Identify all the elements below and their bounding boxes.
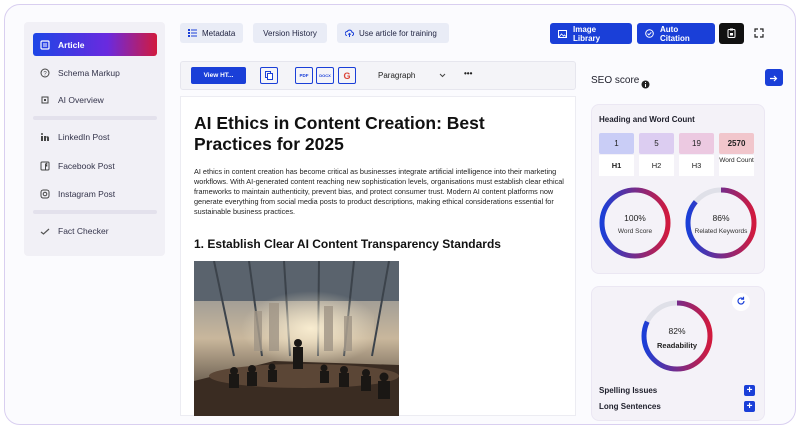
collapse-panel-button[interactable] xyxy=(765,69,783,86)
sidebar: Article ? Schema Markup AI Overview Link… xyxy=(24,22,165,256)
sidebar-item-label: Facebook Post xyxy=(58,160,115,171)
long-sentences-label: Long Sentences xyxy=(599,402,661,411)
readability-value: 82% xyxy=(668,326,686,336)
article-heading: 1. Establish Clear AI Content Transparen… xyxy=(194,237,501,251)
sidebar-item-linkedin-post[interactable]: LinkedIn Post xyxy=(33,125,157,148)
refresh-button[interactable] xyxy=(732,293,750,311)
document-icon xyxy=(39,39,50,50)
google-icon: G xyxy=(343,70,351,81)
readability-ring xyxy=(641,300,713,372)
check-circle-icon xyxy=(645,29,654,38)
paragraph-select-value: Paragraph xyxy=(378,71,416,80)
h2-count: 5 xyxy=(639,133,674,154)
google-docs-export-button[interactable]: G xyxy=(338,67,356,84)
seo-title-text: SEO score xyxy=(591,75,640,86)
paragraph-select[interactable]: Paragraph xyxy=(378,68,446,83)
ai-chip-icon xyxy=(39,94,50,105)
copy-button[interactable] xyxy=(260,67,278,84)
sidebar-item-label: AI Overview xyxy=(58,94,104,105)
article-image xyxy=(194,261,399,416)
sidebar-item-label: Instagram Post xyxy=(58,188,116,199)
sidebar-item-label: LinkedIn Post xyxy=(58,131,110,142)
question-icon: ? xyxy=(39,67,50,78)
sidebar-item-fact-checker[interactable]: Fact Checker xyxy=(33,219,157,242)
word-score-value: 100% xyxy=(624,213,646,223)
sidebar-item-article[interactable]: Article xyxy=(33,33,157,56)
sidebar-item-label: Article xyxy=(58,39,85,50)
copy-icon xyxy=(265,67,273,85)
clipboard-icon xyxy=(727,25,736,43)
sidebar-item-facebook-post[interactable]: Facebook Post xyxy=(33,154,157,177)
expand-icon xyxy=(754,25,764,43)
heading-card-title: Heading and Word Count xyxy=(599,115,695,124)
linkedin-icon xyxy=(39,131,50,142)
chevron-down-icon xyxy=(439,71,446,80)
related-keywords-value: 86% xyxy=(712,213,730,223)
view-html-button[interactable]: View HT... xyxy=(191,67,246,84)
use-article-label: Use article for training xyxy=(359,28,437,38)
word-count-label: Word Count xyxy=(719,155,754,176)
h3-count: 19 xyxy=(679,133,714,154)
version-history-label: Version History xyxy=(263,28,317,38)
pdf-label: PDF xyxy=(299,73,309,78)
related-keywords-ring xyxy=(685,187,757,259)
instagram-icon xyxy=(39,188,50,199)
pdf-export-button[interactable]: PDF xyxy=(295,67,313,84)
refresh-icon xyxy=(736,293,746,311)
docx-label: DOCX xyxy=(319,73,331,78)
sidebar-item-label: Fact Checker xyxy=(58,225,109,236)
article-intro: AI ethics in content creation has become… xyxy=(194,167,564,216)
h3-label: H3 xyxy=(679,155,714,176)
spelling-issues-label: Spelling Issues xyxy=(599,386,658,395)
image-library-label: Image Library xyxy=(573,24,601,43)
divider xyxy=(33,116,157,120)
image-icon xyxy=(558,29,567,38)
related-keywords-label: Related Keywords xyxy=(694,228,748,235)
list-icon xyxy=(188,29,197,37)
sidebar-item-schema-markup[interactable]: ? Schema Markup xyxy=(33,61,157,84)
use-article-for-training-button[interactable]: Use article for training xyxy=(337,23,449,43)
divider xyxy=(33,210,157,214)
sidebar-item-instagram-post[interactable]: Instagram Post xyxy=(33,182,157,205)
sidebar-item-ai-overview[interactable]: AI Overview xyxy=(33,88,157,111)
auto-citation-button[interactable]: Auto Citation xyxy=(637,23,715,44)
info-icon[interactable] xyxy=(641,76,650,94)
spelling-issues-expand-button[interactable]: + xyxy=(744,385,755,396)
auto-citation-label: Auto Citation xyxy=(660,24,690,43)
readability-label: Readability xyxy=(656,341,697,350)
facebook-icon xyxy=(39,160,50,171)
metadata-button[interactable]: Metadata xyxy=(180,23,244,43)
word-count-value: 2570 xyxy=(719,133,754,154)
word-score-label: Word Score xyxy=(617,228,653,235)
fullscreen-button[interactable] xyxy=(750,25,768,43)
arrow-right-icon xyxy=(770,69,778,87)
h1-count: 1 xyxy=(599,133,634,154)
more-options-button[interactable]: ••• xyxy=(464,69,472,78)
clipboard-button[interactable] xyxy=(719,23,744,44)
long-sentences-expand-button[interactable]: + xyxy=(744,401,755,412)
h2-label: H2 xyxy=(639,155,674,176)
image-library-button[interactable]: Image Library xyxy=(550,23,632,44)
seo-score-title: SEO score xyxy=(591,75,639,86)
upload-icon xyxy=(345,29,354,38)
article-title: AI Ethics in Content Creation: Best Prac… xyxy=(194,113,485,154)
sidebar-item-label: Schema Markup xyxy=(58,67,120,78)
h1-label: H1 xyxy=(599,155,634,176)
version-history-button[interactable]: Version History xyxy=(253,23,327,43)
metadata-label: Metadata xyxy=(202,28,236,38)
docx-export-button[interactable]: DOCX xyxy=(316,67,334,84)
word-score-ring xyxy=(599,187,671,259)
check-icon xyxy=(39,225,50,236)
